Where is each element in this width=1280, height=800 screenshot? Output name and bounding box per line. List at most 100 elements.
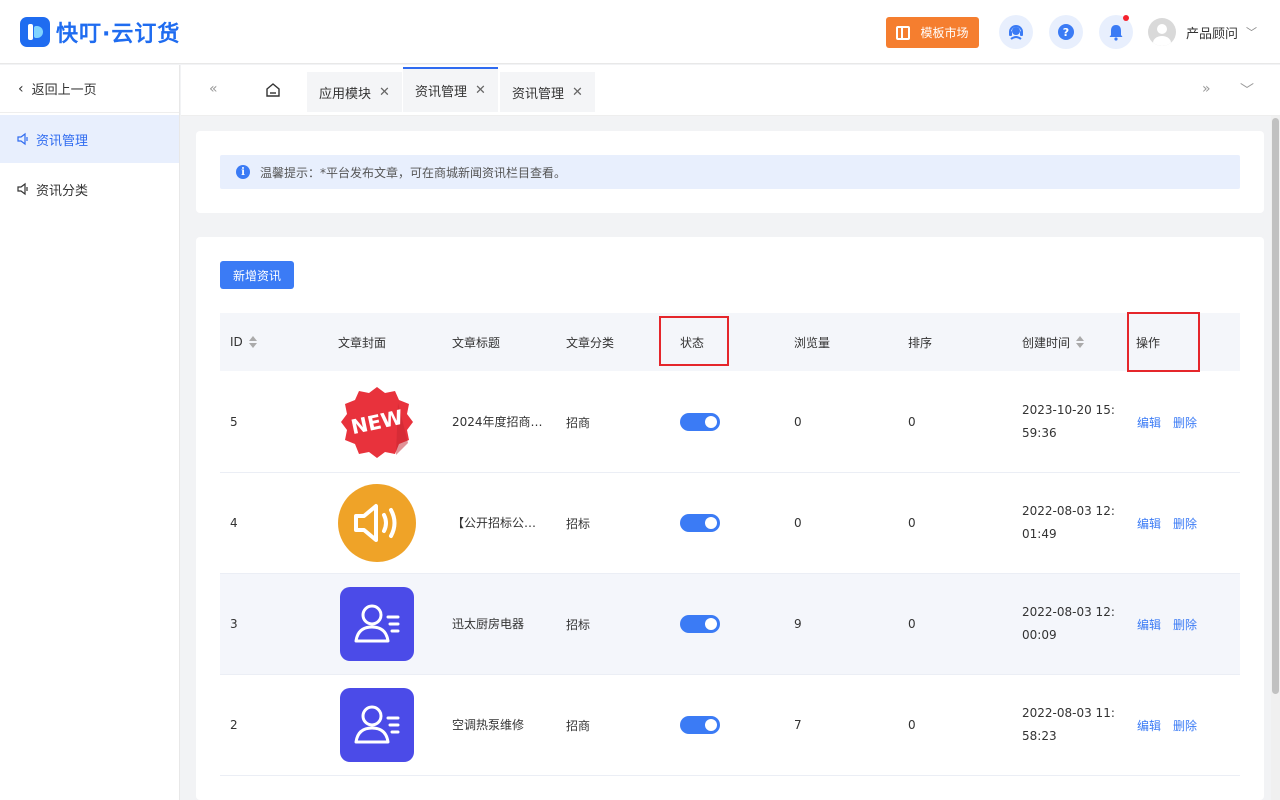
- row-title: 迅太厨房电器: [452, 574, 544, 674]
- row-sort: 0: [908, 516, 916, 530]
- row-created: 2023-10-20 15:59:36: [1022, 372, 1117, 472]
- row-id: 4: [230, 516, 238, 530]
- row-created: 2022-08-03 11:58:23: [1022, 675, 1117, 775]
- tab-label: 资讯管理: [512, 86, 565, 102]
- question-icon: ?: [1058, 24, 1074, 40]
- sort-icon[interactable]: [1076, 336, 1085, 348]
- col-id[interactable]: ID: [230, 313, 257, 371]
- home-icon[interactable]: [264, 81, 282, 99]
- row-title: 2024年度招商…: [452, 372, 544, 472]
- status-toggle[interactable]: [680, 716, 720, 734]
- speaker-cover-icon: [338, 484, 416, 562]
- col-title: 文章标题: [452, 335, 501, 350]
- delete-link[interactable]: 删除: [1173, 717, 1197, 734]
- row-category: 招标: [566, 617, 591, 632]
- user-menu[interactable]: 产品顾问 ﹀: [1148, 17, 1257, 47]
- row-actions: 编辑 删除: [1137, 473, 1209, 573]
- row-title-text: 迅太厨房电器: [452, 617, 525, 631]
- close-icon[interactable]: ✕: [379, 85, 390, 100]
- chevron-down-icon: ﹀: [1246, 26, 1258, 39]
- row-id: 3: [230, 617, 238, 631]
- edit-link[interactable]: 编辑: [1137, 515, 1161, 532]
- tab-label: 应用模块: [319, 86, 372, 102]
- row-category: 招商: [566, 415, 591, 430]
- help-button[interactable]: ?: [1049, 15, 1083, 49]
- edit-link[interactable]: 编辑: [1137, 717, 1161, 734]
- col-views: 浏览量: [794, 335, 831, 350]
- row-cover: [338, 574, 416, 674]
- row-views: 7: [794, 718, 802, 732]
- row-id: 2: [230, 718, 238, 732]
- row-views: 0: [794, 516, 802, 530]
- table-row: 5 NEW 2024年度招商… 招商 0 0 2023-10-20 15:59:…: [220, 372, 1240, 473]
- scroll-tabs-left-icon[interactable]: «: [209, 81, 218, 97]
- row-status: [680, 473, 720, 573]
- row-created: 2022-08-03 12:01:49: [1022, 473, 1117, 573]
- row-actions: 编辑 删除: [1137, 372, 1209, 472]
- edit-link[interactable]: 编辑: [1137, 616, 1161, 633]
- svg-text:?: ?: [1063, 26, 1069, 39]
- delete-link[interactable]: 删除: [1173, 414, 1197, 431]
- row-status: [680, 675, 720, 775]
- row-title: 【公开招标公…: [452, 473, 544, 573]
- tab-news-management[interactable]: 资讯管理 ✕: [500, 72, 595, 112]
- table-header: ID 文章封面 文章标题 文章分类 状态 浏览量 排序 创建时间 操作: [220, 313, 1240, 371]
- sidebar-item-label: 资讯管理: [36, 133, 89, 149]
- tab-news-management-active[interactable]: 资讯管理 ✕: [403, 67, 498, 112]
- customer-service-button[interactable]: [999, 15, 1033, 49]
- row-category: 招标: [566, 516, 591, 531]
- col-cover: 文章封面: [338, 335, 387, 350]
- col-created-label: 创建时间: [1022, 335, 1071, 350]
- edit-link[interactable]: 编辑: [1137, 414, 1161, 431]
- col-id-label: ID: [230, 335, 243, 349]
- row-cover: [338, 675, 416, 775]
- contact-card-icon: [340, 587, 414, 661]
- logo-text: 快叮·云订货: [56, 22, 181, 47]
- col-category: 文章分类: [566, 335, 615, 350]
- sidebar-item-label: 资讯分类: [36, 183, 89, 199]
- template-market-button[interactable]: 模板市场: [886, 17, 979, 48]
- notification-dot: [1123, 15, 1129, 21]
- col-sort: 排序: [908, 335, 933, 350]
- sort-icon[interactable]: [248, 336, 257, 348]
- scroll-tabs-right-icon[interactable]: »: [1202, 81, 1211, 97]
- row-created-text: 2022-08-03 11:58:23: [1022, 706, 1115, 743]
- row-category: 招商: [566, 718, 591, 733]
- avatar: [1148, 18, 1176, 46]
- bell-icon: [1109, 25, 1123, 41]
- row-status: [680, 372, 720, 472]
- col-created[interactable]: 创建时间: [1022, 313, 1085, 371]
- status-toggle[interactable]: [680, 514, 720, 532]
- row-status: [680, 574, 720, 674]
- app-logo[interactable]: 快叮·云订货: [20, 17, 180, 47]
- close-icon[interactable]: ✕: [572, 85, 583, 100]
- delete-link[interactable]: 删除: [1173, 616, 1197, 633]
- row-views: 9: [794, 617, 802, 631]
- scrollbar-thumb[interactable]: [1272, 118, 1279, 694]
- user-name: 产品顾问: [1186, 26, 1239, 42]
- row-title-text: 空调热泵维修: [452, 718, 525, 732]
- info-icon: i: [236, 165, 250, 179]
- row-title: 空调热泵维修: [452, 675, 544, 775]
- speaker-icon: [17, 182, 28, 196]
- row-sort: 0: [908, 617, 916, 631]
- close-icon[interactable]: ✕: [475, 83, 486, 98]
- status-highlight-box: [659, 316, 729, 366]
- add-news-button[interactable]: 新增资讯: [220, 261, 294, 289]
- tabs-bar: « 应用模块 ✕ 资讯管理 ✕ 资讯管理 ✕ » ﹀: [181, 65, 1280, 116]
- headset-icon: [1009, 25, 1023, 40]
- tab-app-module[interactable]: 应用模块 ✕: [307, 72, 402, 112]
- row-sort: 0: [908, 415, 916, 429]
- notice-text: 温馨提示：*平台发布文章，可在商城新闻资讯栏目查看。: [260, 165, 567, 180]
- sidebar-item-news-management[interactable]: 资讯管理: [0, 115, 179, 163]
- notifications-button[interactable]: [1099, 15, 1133, 49]
- chevron-down-icon[interactable]: ﹀: [1240, 80, 1254, 100]
- back-button[interactable]: ‹ 返回上一页: [0, 65, 179, 113]
- row-sort: 0: [908, 718, 916, 732]
- status-toggle[interactable]: [680, 413, 720, 431]
- table-row: 4 【公开招标公… 招标 0 0 2022-08-03 12:01:49 编辑 …: [220, 473, 1240, 574]
- status-toggle[interactable]: [680, 615, 720, 633]
- row-cover: [338, 473, 416, 573]
- sidebar-item-news-category[interactable]: 资讯分类: [0, 165, 179, 213]
- delete-link[interactable]: 删除: [1173, 515, 1197, 532]
